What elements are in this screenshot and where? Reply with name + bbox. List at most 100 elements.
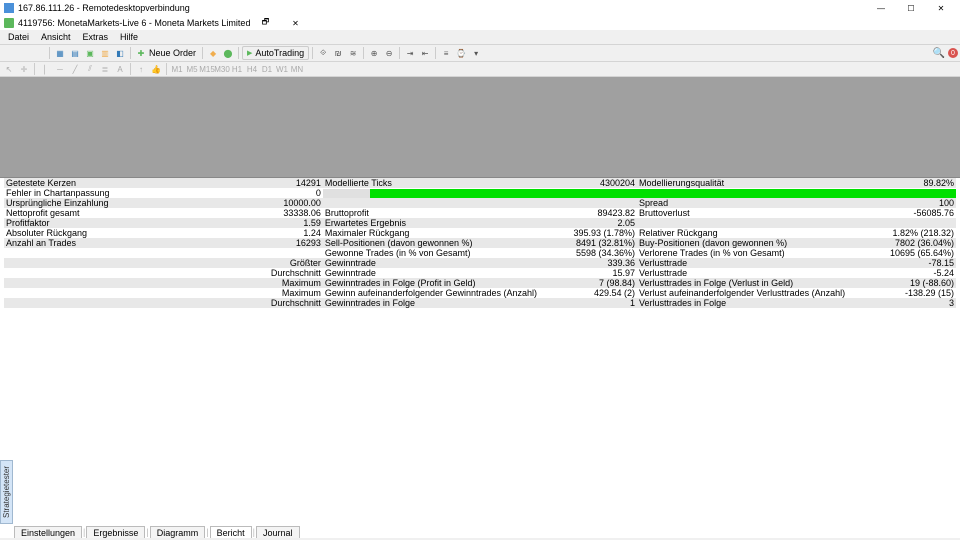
menu-hilfe[interactable]: Hilfe	[114, 32, 144, 42]
thumb-icon[interactable]: 👍	[149, 63, 163, 75]
chart-shift-icon[interactable]: ⇤	[418, 46, 432, 60]
cell-value: 3	[846, 298, 956, 308]
cell-value: 16293	[223, 238, 323, 248]
cell-value: 4300204	[551, 178, 637, 188]
cell-label: Verlorene Trades (in % von Gesamt)	[637, 248, 846, 258]
m5-button[interactable]: M5	[185, 63, 199, 75]
app-close-button[interactable]: ✕	[280, 16, 310, 30]
w1-button[interactable]: W1	[275, 63, 289, 75]
rdp-icon	[4, 3, 14, 13]
open-icon[interactable]	[32, 46, 46, 60]
maximize-button[interactable]: ☐	[896, 1, 926, 15]
market-watch-icon[interactable]: ▦	[53, 46, 67, 60]
mn-button[interactable]: MN	[290, 63, 304, 75]
quality-bar	[637, 189, 956, 198]
cell-label: Modellierungsqualität	[637, 178, 846, 188]
new-order-icon[interactable]: ✚	[134, 46, 148, 60]
cell-value: 10000.00	[223, 198, 323, 208]
app-restore-button[interactable]: 🗗	[250, 16, 280, 30]
periods-icon[interactable]: ⌚	[454, 46, 468, 60]
cell-label: Gewonne Trades (in % von Gesamt)	[323, 248, 551, 258]
tester-icon[interactable]: ◧	[113, 46, 127, 60]
cell-value: 7 (98.84)	[551, 278, 637, 288]
new-order-label[interactable]: Neue Order	[149, 48, 196, 58]
cell-label: Gewinn aufeinanderfolgender Gewinntrades…	[323, 288, 551, 298]
h1-button[interactable]: H1	[230, 63, 244, 75]
auto-scroll-icon[interactable]: ⇥	[403, 46, 417, 60]
templates-icon[interactable]: ▾	[469, 46, 483, 60]
rdp-titlebar: 167.86.111.26 - Remotedesktopverbindung …	[0, 0, 960, 16]
zoom-in-icon[interactable]: ⊕	[367, 46, 381, 60]
cell-value: -78.15	[846, 258, 956, 268]
h4-button[interactable]: H4	[245, 63, 259, 75]
cell-value: 8491 (32.81%)	[551, 238, 637, 248]
cell-label: Getestete Kerzen	[4, 178, 223, 188]
chart-area[interactable]	[0, 77, 960, 178]
m15-button[interactable]: M15	[200, 63, 214, 75]
profiles-icon[interactable]	[17, 46, 31, 60]
data-window-icon[interactable]: ▤	[68, 46, 82, 60]
vline-icon[interactable]: │	[38, 63, 52, 75]
navigator-icon[interactable]: ▣	[83, 46, 97, 60]
search-icon[interactable]: 🔍	[933, 48, 945, 59]
cell-label: Bruttoprofit	[323, 208, 551, 218]
report-panel: Getestete Kerzen14291Modellierte Ticks43…	[0, 178, 960, 308]
app-titlebar: 4119756: MonetaMarkets-Live 6 - Moneta M…	[0, 16, 960, 30]
cell-label: Sell-Positionen (davon gewonnen %)	[323, 238, 551, 248]
hline-icon[interactable]: ─	[53, 63, 67, 75]
cell-label: Spread	[637, 198, 846, 208]
play-icon: ▶	[247, 49, 252, 57]
trendline-icon[interactable]: ╱	[68, 63, 82, 75]
cell-label: Gewinntrades in Folge (Profit in Geld)	[323, 278, 551, 288]
cell-value: 429.54 (2)	[551, 288, 637, 298]
cell-label: Durchschnitt	[223, 268, 323, 278]
fibo-icon[interactable]: ≣	[98, 63, 112, 75]
bar-chart-icon[interactable]: ⟐	[316, 46, 330, 60]
channel-icon[interactable]: ⫽	[83, 63, 97, 75]
arrow-icon[interactable]: ↑	[134, 63, 148, 75]
rdp-title: 167.86.111.26 - Remotedesktopverbindung	[18, 3, 866, 13]
terminal-icon[interactable]: ▥	[98, 46, 112, 60]
cell-value: -56085.76	[846, 208, 956, 218]
cell-value: 7802 (36.04%)	[846, 238, 956, 248]
cell-label: Erwartetes Ergebnis	[323, 218, 551, 228]
m30-button[interactable]: M30	[215, 63, 229, 75]
notification-badge[interactable]: 0	[948, 48, 958, 58]
cell-label: Ursprüngliche Einzahlung	[4, 198, 223, 208]
autotrading-button[interactable]: ▶ AutoTrading	[242, 46, 309, 60]
cell-label: Maximum	[223, 288, 323, 298]
cell-label: Maximum	[223, 278, 323, 288]
menu-datei[interactable]: Datei	[2, 32, 35, 42]
cell-value: 1.59	[223, 218, 323, 228]
d1-button[interactable]: D1	[260, 63, 274, 75]
meta-icon[interactable]: ◆	[206, 46, 220, 60]
close-button[interactable]: ✕	[926, 1, 956, 15]
crosshair-icon[interactable]: ✛	[17, 63, 31, 75]
cell-value: -138.29 (15)	[846, 288, 956, 298]
text-icon[interactable]: A	[113, 63, 127, 75]
strategy-tester-tab[interactable]: Strategietester	[0, 460, 13, 524]
menu-extras[interactable]: Extras	[77, 32, 115, 42]
cell-label: Verlusttrade	[637, 268, 846, 278]
cursor-icon[interactable]: ↖	[2, 63, 16, 75]
line-chart-icon[interactable]: ≋	[346, 46, 360, 60]
new-chart-icon[interactable]	[2, 46, 16, 60]
candlestick-icon[interactable]: ₪	[331, 46, 345, 60]
menubar: Datei Ansicht Extras Hilfe	[0, 30, 960, 45]
cell-value: 0	[223, 188, 323, 198]
indicators-icon[interactable]: ≡	[439, 46, 453, 60]
cell-label: Relativer Rückgang	[637, 228, 846, 238]
cell-label: Profitfaktor	[4, 218, 223, 228]
minimize-button[interactable]: —	[866, 1, 896, 15]
menu-ansicht[interactable]: Ansicht	[35, 32, 77, 42]
cell-value: 1	[551, 298, 637, 308]
m1-button[interactable]: M1	[170, 63, 184, 75]
expert-icon[interactable]: ⬤	[221, 46, 235, 60]
cell-label: Verlusttrade	[637, 258, 846, 268]
cell-label: Verlust aufeinanderfolgender Verlusttrad…	[637, 288, 846, 298]
zoom-out-icon[interactable]: ⊖	[382, 46, 396, 60]
app-icon	[4, 18, 14, 28]
cell-value: 2.05	[551, 218, 637, 228]
cell-value: 10695 (65.64%)	[846, 248, 956, 258]
cell-label: Durchschnitt	[223, 298, 323, 308]
